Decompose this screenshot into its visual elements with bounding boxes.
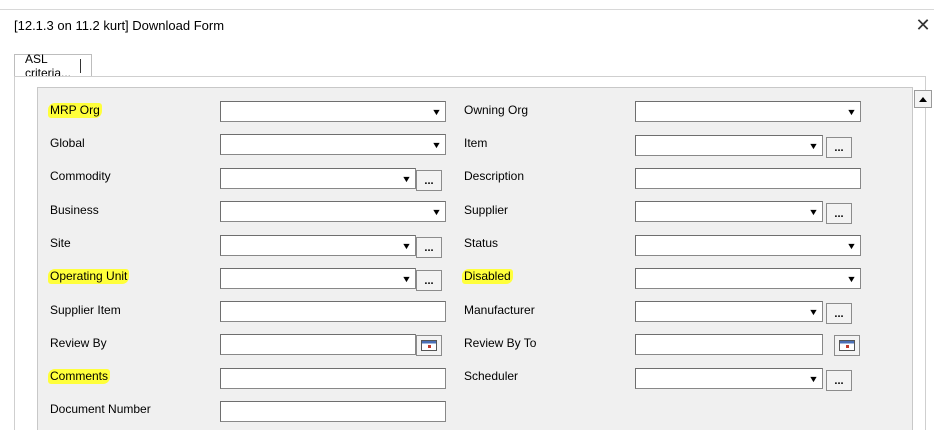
status-label: Status: [464, 236, 499, 250]
supplier-item-label: Supplier Item: [50, 303, 121, 317]
chevron-down-icon[interactable]: ▼: [428, 103, 444, 120]
chevron-down-icon[interactable]: ▼: [398, 170, 414, 187]
operating-unit-dropdown[interactable]: ▼: [220, 268, 416, 289]
site-lov-button[interactable]: ...: [416, 237, 442, 258]
review-by-to-calendar-button[interactable]: [834, 335, 860, 356]
scroll-up-button[interactable]: [914, 90, 932, 108]
business-label: Business: [50, 203, 99, 217]
supplier-item-input[interactable]: [220, 301, 446, 322]
chevron-down-icon[interactable]: ▼: [805, 137, 821, 154]
chevron-down-icon[interactable]: ▼: [805, 303, 821, 320]
chevron-down-icon[interactable]: ▼: [843, 237, 859, 254]
chevron-down-icon[interactable]: ▼: [843, 270, 859, 287]
title-bar: [12.1.3 on 11.2 kurt] Download Form ✕: [0, 10, 934, 42]
owning-org-dropdown[interactable]: ▼: [635, 101, 861, 122]
calendar-icon: [421, 340, 437, 351]
review-by-to-label: Review By To: [464, 336, 537, 350]
comments-label: Comments: [48, 369, 111, 384]
review-by-label: Review By: [50, 336, 107, 350]
operating-unit-label: Operating Unit: [48, 269, 130, 284]
disabled-dropdown[interactable]: ▼: [635, 268, 861, 289]
chevron-down-icon[interactable]: ▼: [398, 270, 414, 287]
tab-asl-criteria[interactable]: ASL criteria...: [14, 52, 92, 80]
chevron-down-icon[interactable]: ▼: [805, 370, 821, 387]
description-input[interactable]: [635, 168, 861, 189]
manufacturer-lov-button[interactable]: ...: [826, 303, 852, 324]
commodity-lov-button[interactable]: ...: [416, 170, 442, 191]
mrp-org-dropdown[interactable]: ▼: [220, 101, 446, 122]
triangle-up-icon: [919, 96, 927, 102]
chevron-down-icon[interactable]: ▼: [398, 237, 414, 254]
site-label: Site: [50, 236, 71, 250]
owning-org-label: Owning Org: [464, 103, 529, 117]
window-title: [12.1.3 on 11.2 kurt] Download Form: [14, 18, 225, 33]
calendar-icon: [839, 340, 855, 351]
manufacturer-dropdown[interactable]: ▼: [635, 301, 823, 322]
commodity-dropdown[interactable]: ▼: [220, 168, 416, 189]
item-lov-button[interactable]: ...: [826, 137, 852, 158]
global-dropdown[interactable]: ▼: [220, 134, 446, 155]
document-number-input[interactable]: [220, 401, 446, 422]
commodity-label: Commodity: [50, 169, 111, 183]
description-label: Description: [464, 169, 525, 183]
criteria-form: MRP Org ▼ Global ▼ Commodity ▼ ... Busin…: [37, 87, 913, 430]
review-by-to-input[interactable]: [635, 334, 823, 355]
item-label: Item: [464, 136, 488, 150]
chevron-down-icon[interactable]: ▼: [805, 203, 821, 220]
comments-input[interactable]: [220, 368, 446, 389]
document-number-label: Document Number: [50, 402, 151, 416]
chevron-down-icon[interactable]: ▼: [428, 136, 444, 153]
chevron-down-icon[interactable]: ▼: [843, 103, 859, 120]
review-by-input[interactable]: [220, 334, 416, 355]
tab-separator: [79, 58, 81, 73]
window-top-edge: [0, 0, 934, 10]
scheduler-dropdown[interactable]: ▼: [635, 368, 823, 389]
chevron-down-icon[interactable]: ▼: [428, 203, 444, 220]
business-dropdown[interactable]: ▼: [220, 201, 446, 222]
site-dropdown[interactable]: ▼: [220, 235, 416, 256]
close-icon[interactable]: ✕: [912, 14, 934, 36]
scheduler-label: Scheduler: [464, 369, 519, 383]
manufacturer-label: Manufacturer: [464, 303, 535, 317]
mrp-org-label: MRP Org: [48, 103, 102, 118]
supplier-label: Supplier: [464, 203, 509, 217]
supplier-lov-button[interactable]: ...: [826, 203, 852, 224]
status-dropdown[interactable]: ▼: [635, 235, 861, 256]
disabled-label: Disabled: [462, 269, 513, 284]
global-label: Global: [50, 136, 85, 150]
item-dropdown[interactable]: ▼: [635, 135, 823, 156]
tab-panel: MRP Org ▼ Global ▼ Commodity ▼ ... Busin…: [14, 76, 932, 430]
supplier-dropdown[interactable]: ▼: [635, 201, 823, 222]
review-by-calendar-button[interactable]: [416, 335, 442, 356]
scheduler-lov-button[interactable]: ...: [826, 370, 852, 391]
operating-unit-lov-button[interactable]: ...: [416, 270, 442, 291]
